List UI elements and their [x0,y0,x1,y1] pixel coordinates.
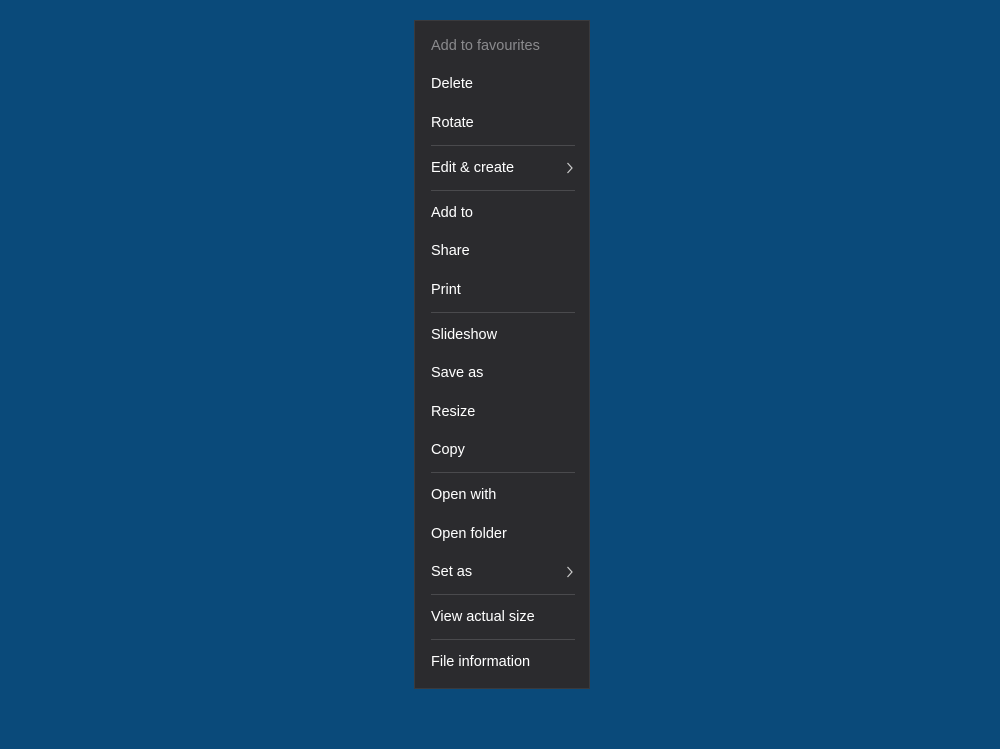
menu-label: View actual size [431,607,535,627]
menu-item-add-to[interactable]: Add to [415,194,589,232]
menu-label: Share [431,241,470,261]
menu-label: Open with [431,485,496,505]
menu-item-resize[interactable]: Resize [415,393,589,431]
menu-separator [431,594,575,595]
menu-label: Edit & create [431,158,514,178]
menu-label: Print [431,280,461,300]
menu-item-print[interactable]: Print [415,271,589,309]
menu-separator [431,472,575,473]
menu-label: Save as [431,363,483,383]
menu-label: Open folder [431,524,507,544]
menu-item-copy[interactable]: Copy [415,431,589,469]
menu-item-slideshow[interactable]: Slideshow [415,316,589,354]
menu-label: Delete [431,74,473,94]
menu-separator [431,145,575,146]
menu-label: Copy [431,440,465,460]
menu-label: Add to [431,203,473,223]
menu-item-edit-create[interactable]: Edit & create [415,149,589,187]
chevron-right-icon [565,567,575,577]
menu-label: Slideshow [431,325,497,345]
menu-separator [431,312,575,313]
menu-label: Rotate [431,113,474,133]
menu-item-delete[interactable]: Delete [415,65,589,103]
menu-item-open-folder[interactable]: Open folder [415,515,589,553]
menu-label: Add to favourites [431,36,540,56]
menu-separator [431,190,575,191]
menu-label: Set as [431,562,472,582]
menu-item-set-as[interactable]: Set as [415,553,589,591]
menu-item-add-favourites: Add to favourites [415,27,589,65]
menu-item-open-with[interactable]: Open with [415,476,589,514]
menu-label: File information [431,652,530,672]
context-menu: Add to favourites Delete Rotate Edit & c… [414,20,590,689]
menu-item-save-as[interactable]: Save as [415,354,589,392]
menu-item-share[interactable]: Share [415,232,589,270]
menu-item-rotate[interactable]: Rotate [415,104,589,142]
chevron-right-icon [565,163,575,173]
menu-item-file-information[interactable]: File information [415,643,589,681]
menu-item-view-actual-size[interactable]: View actual size [415,598,589,636]
menu-label: Resize [431,402,475,422]
menu-separator [431,639,575,640]
